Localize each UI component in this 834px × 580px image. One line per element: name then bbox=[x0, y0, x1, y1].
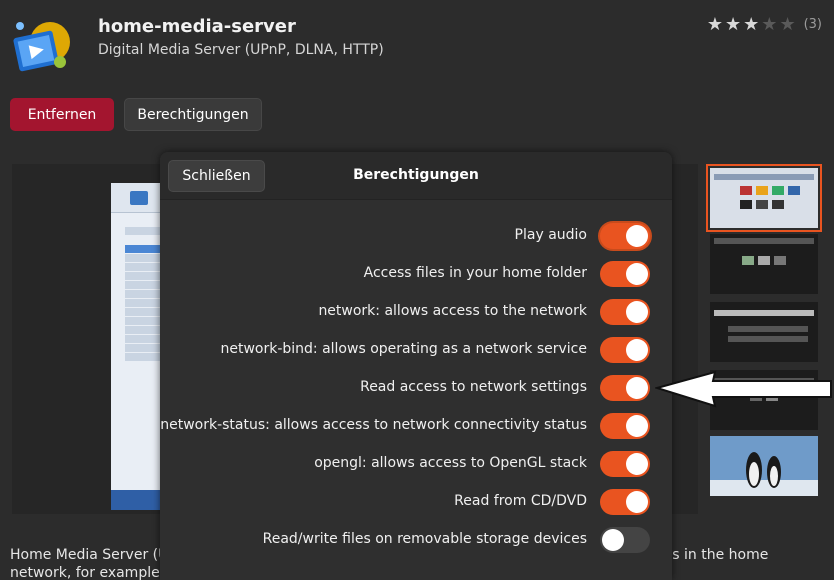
thumb-photo bbox=[756, 186, 768, 195]
permission-label: Access files in your home folder bbox=[363, 265, 587, 281]
permission-row: network: allows access to the network bbox=[160, 293, 672, 331]
permission-toggle-home-folder[interactable] bbox=[600, 261, 650, 287]
thumb-photo bbox=[774, 256, 786, 265]
permission-label: Read access to network settings bbox=[360, 379, 587, 395]
permissions-dialog: Schließen Berechtigungen Play audio Acce… bbox=[160, 152, 672, 580]
permission-row: network-status: allows access to network… bbox=[160, 407, 672, 445]
tree-row bbox=[125, 326, 162, 334]
permission-row: Access files in your home folder bbox=[160, 255, 672, 293]
thumbnail-3[interactable] bbox=[710, 302, 818, 362]
toggle-knob bbox=[626, 301, 648, 323]
tree-row bbox=[125, 227, 162, 235]
remove-button[interactable]: Entfernen bbox=[10, 98, 114, 131]
tree-row bbox=[125, 281, 162, 289]
permission-label: opengl: allows access to OpenGL stack bbox=[314, 455, 587, 471]
tree-row bbox=[125, 263, 162, 271]
permission-toggle-removable-media[interactable] bbox=[600, 527, 650, 553]
permission-toggle-opengl[interactable] bbox=[600, 451, 650, 477]
thumb-bar bbox=[728, 326, 808, 332]
app-summary: Digital Media Server (UPnP, DLNA, HTTP) bbox=[98, 42, 384, 58]
thumb-bar bbox=[714, 310, 814, 316]
thumb-photo bbox=[772, 200, 784, 209]
rating-count: (3) bbox=[803, 17, 822, 32]
star-empty-icon: ★ bbox=[779, 14, 796, 35]
tree-row bbox=[125, 353, 162, 361]
tree-row bbox=[125, 254, 162, 262]
thumbnail-5[interactable] bbox=[710, 436, 818, 496]
permission-toggle-network-bind[interactable] bbox=[600, 337, 650, 363]
permission-toggle-network[interactable] bbox=[600, 299, 650, 325]
toggle-knob bbox=[626, 225, 648, 247]
tree-row bbox=[125, 308, 162, 316]
thumb-photo bbox=[740, 186, 752, 195]
thumb-photo bbox=[742, 256, 754, 265]
toggle-knob bbox=[626, 339, 648, 361]
permission-toggle-network-status[interactable] bbox=[600, 413, 650, 439]
tree-row bbox=[125, 245, 162, 253]
tree-row bbox=[125, 299, 162, 307]
annotation-arrow-icon bbox=[655, 370, 832, 408]
toggle-knob bbox=[626, 263, 648, 285]
tree-row bbox=[125, 344, 162, 352]
permission-row: network-bind: allows operating as a netw… bbox=[160, 331, 672, 369]
permission-row: Read access to network settings bbox=[160, 369, 672, 407]
thumb-bar bbox=[714, 238, 814, 244]
permissions-button[interactable]: Berechtigungen bbox=[124, 98, 262, 131]
permission-row: opengl: allows access to OpenGL stack bbox=[160, 445, 672, 483]
permission-label: Read from CD/DVD bbox=[454, 493, 587, 509]
app-name: home-media-server bbox=[98, 16, 296, 37]
thumb-bar bbox=[728, 336, 808, 342]
toggle-knob bbox=[626, 415, 648, 437]
star-empty-icon: ★ bbox=[761, 14, 778, 35]
thumb-photo bbox=[788, 186, 800, 195]
permission-row: Read from CD/DVD bbox=[160, 483, 672, 521]
star-icon: ★ bbox=[706, 14, 724, 35]
permission-toggle-network-settings[interactable] bbox=[600, 375, 650, 401]
tree-row bbox=[125, 335, 162, 343]
star-icon: ★ bbox=[725, 14, 742, 35]
toggle-knob bbox=[626, 453, 648, 475]
screenshot-image bbox=[111, 183, 166, 510]
thumb-photo bbox=[772, 186, 784, 195]
tree-row bbox=[125, 317, 162, 325]
permission-toggle-play-audio[interactable] bbox=[600, 223, 650, 249]
movie-folder-icon bbox=[129, 190, 148, 205]
thumbnail-1[interactable] bbox=[706, 164, 822, 232]
thumb-photo bbox=[756, 200, 768, 209]
thumb-bar bbox=[714, 174, 814, 180]
dialog-title: Berechtigungen bbox=[353, 167, 479, 183]
thumb-photo bbox=[740, 200, 752, 209]
permission-row: Play audio bbox=[160, 217, 672, 255]
permission-label: network-bind: allows operating as a netw… bbox=[220, 341, 587, 357]
dialog-header: Schließen Berechtigungen bbox=[160, 152, 672, 200]
star-icon: ★ bbox=[743, 14, 760, 35]
permission-row: Read/write files on removable storage de… bbox=[160, 521, 672, 559]
rating: ★ ★ ★ ★ ★ (3) bbox=[707, 14, 822, 35]
thumb-photo bbox=[758, 256, 770, 265]
screenshot-toolbar bbox=[111, 183, 166, 213]
toggle-knob bbox=[602, 529, 624, 551]
permission-label: Read/write files on removable storage de… bbox=[262, 531, 587, 547]
thumbnail-2[interactable] bbox=[710, 234, 818, 294]
permission-label: Play audio bbox=[514, 227, 587, 243]
media-server-app-icon bbox=[10, 14, 74, 78]
permission-toggle-optical-drive[interactable] bbox=[600, 489, 650, 515]
screenshot-footer bbox=[111, 490, 166, 510]
permission-label: network: allows access to the network bbox=[318, 303, 587, 319]
toggle-knob bbox=[626, 491, 648, 513]
tree-row bbox=[125, 272, 162, 280]
tree-row bbox=[125, 290, 162, 298]
permission-label: network-status: allows access to network… bbox=[160, 417, 587, 433]
penguin-photo-icon bbox=[710, 436, 818, 496]
toggle-knob bbox=[626, 377, 648, 399]
